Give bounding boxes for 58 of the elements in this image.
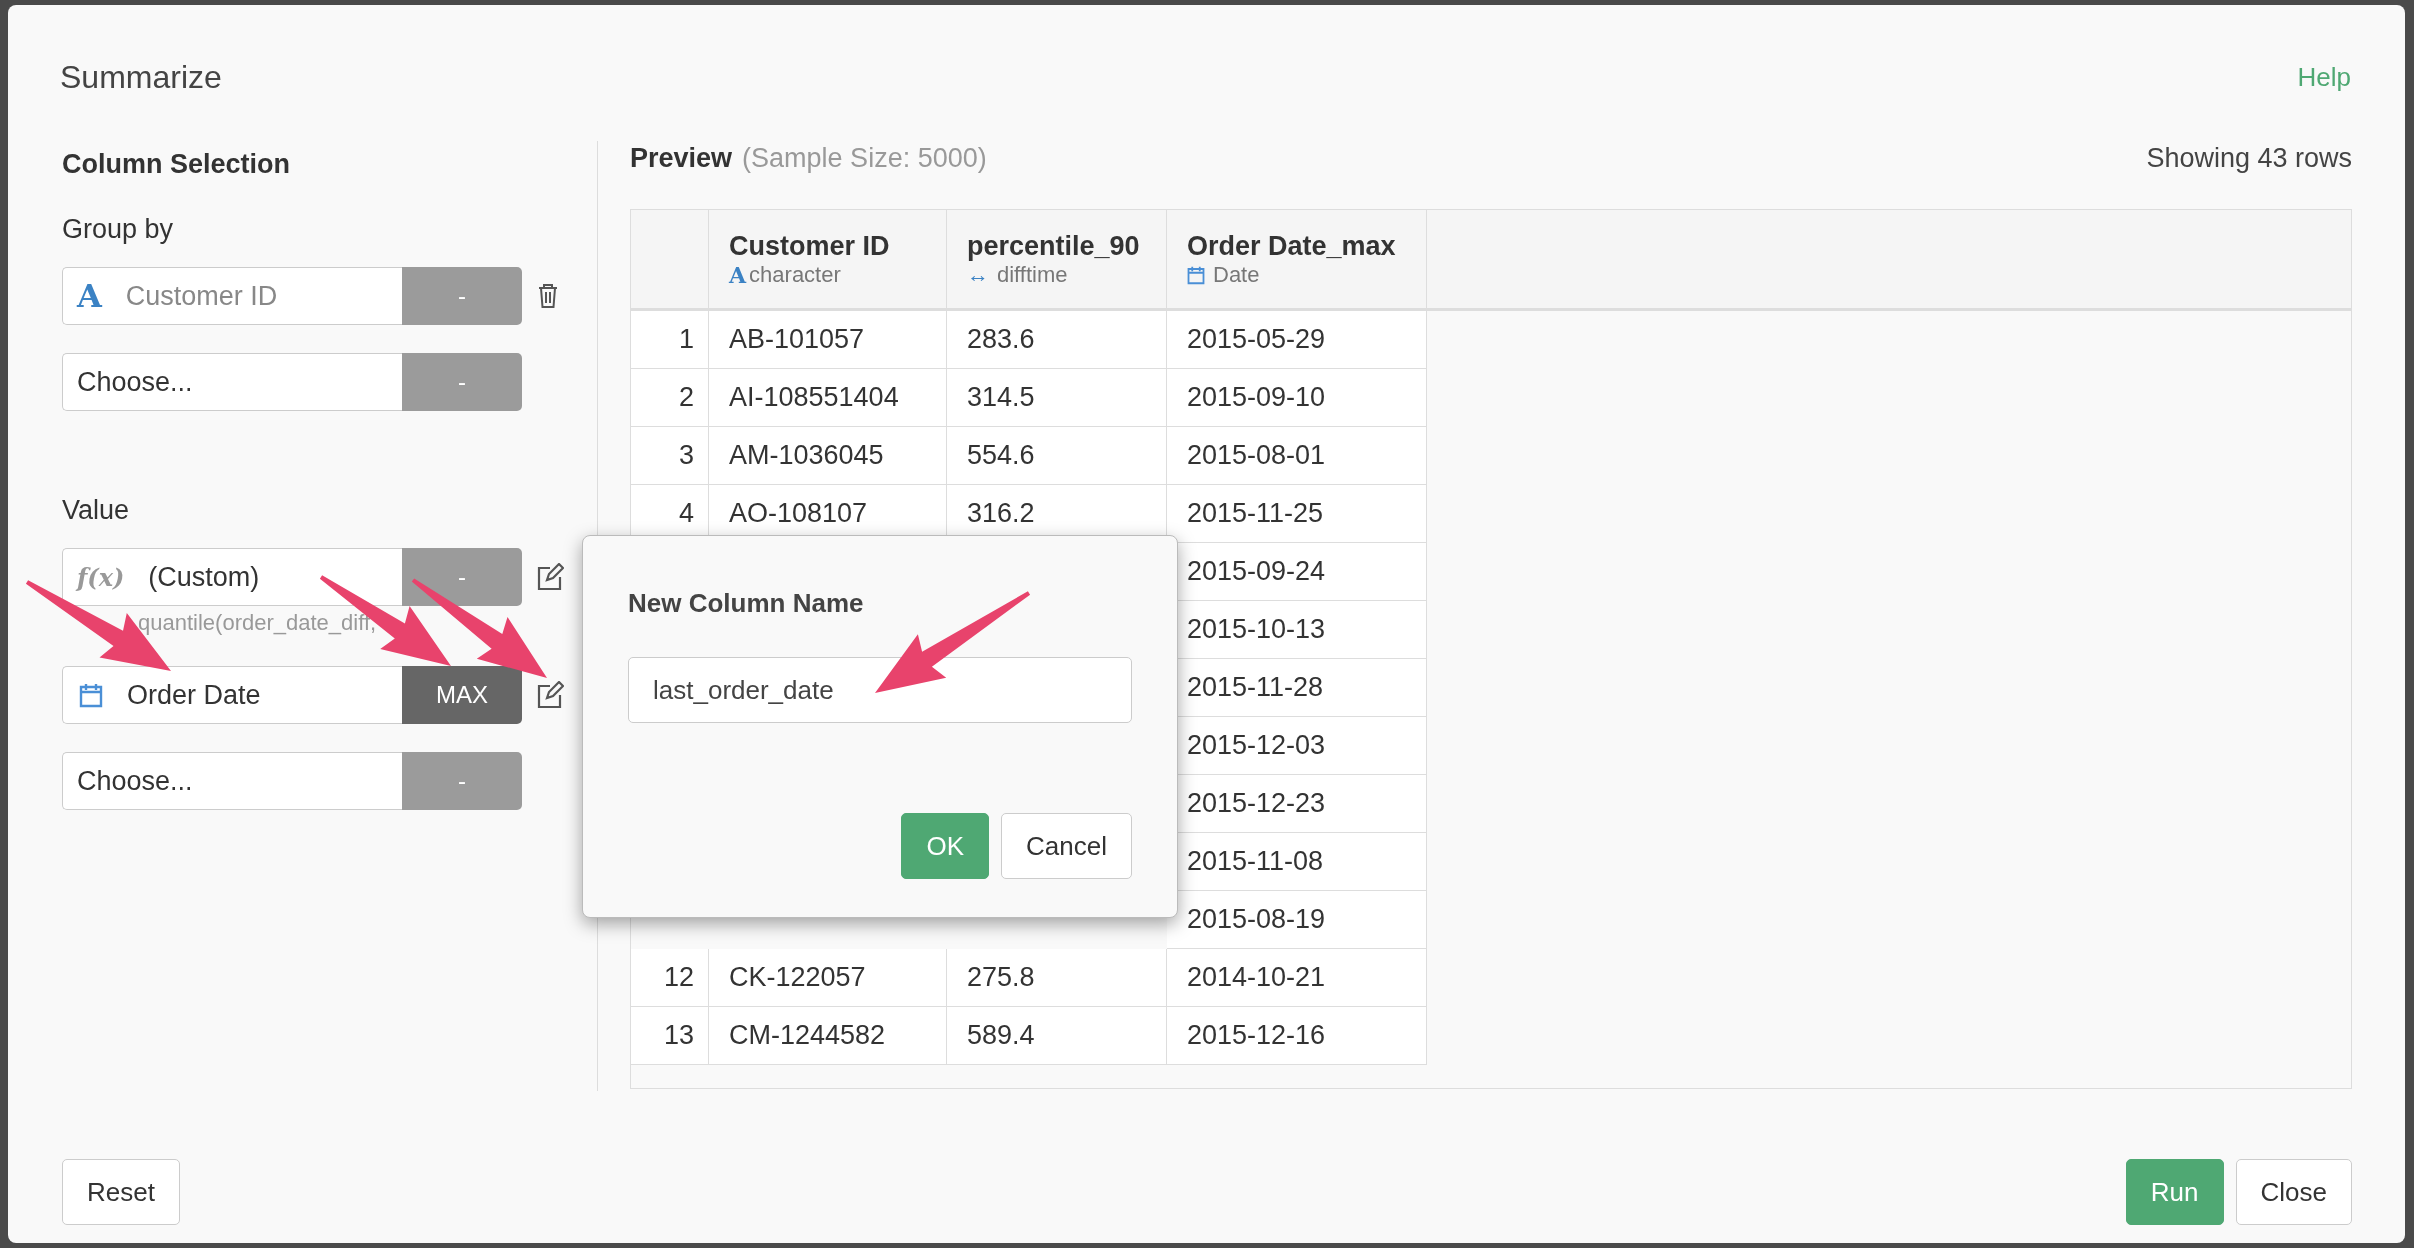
ok-button[interactable]: OK [901, 813, 990, 879]
table-cell: 2015-12-16 [1167, 1007, 1427, 1065]
row-number: 2 [631, 369, 709, 427]
group-label: Value [62, 495, 131, 526]
row-number: 3 [631, 427, 709, 485]
delete-icon[interactable] [536, 283, 560, 309]
table-cell: 554.6 [947, 427, 1167, 485]
sample-size-text: (Sample Size: 5000) [742, 143, 987, 174]
table-cell: AM-1036045 [709, 427, 947, 485]
table-cell: 275.8 [947, 949, 1167, 1007]
edit-icon[interactable] [536, 681, 564, 709]
difftime-type-icon: ↔ [967, 261, 989, 288]
table-cell: AI-108551404 [709, 369, 947, 427]
function-button[interactable]: MAX [402, 666, 522, 724]
popover-title: New Column Name [628, 588, 865, 619]
table-cell: 2015-09-10 [1167, 369, 1427, 427]
preview-title: Preview [630, 143, 733, 174]
column-select[interactable]: A Customer ID [62, 267, 402, 325]
row-count: Showing 43 rows [2146, 143, 2352, 174]
calendar-icon [1187, 264, 1205, 285]
section-title: Column Selection [62, 149, 292, 180]
primary-button[interactable]: Run [2125, 1159, 2224, 1225]
table-cell: 2015-11-25 [1167, 485, 1427, 543]
row-number: 13 [631, 1007, 709, 1065]
column-type: difftime [997, 261, 1068, 288]
table-cell: 2015-08-19 [1167, 891, 1427, 949]
table-cell: 2015-08-01 [1167, 427, 1427, 485]
column-select[interactable]: f(x) (Custom) [62, 548, 402, 606]
character-type-icon: A [729, 261, 747, 288]
table-cell: 2015-05-29 [1167, 311, 1427, 369]
column-type: Date [1213, 261, 1260, 288]
dialog-title: Summarize [60, 58, 222, 96]
group-label: Group by [62, 214, 175, 245]
table-cell: CM-1244582 [709, 1007, 947, 1065]
row-number: 12 [631, 949, 709, 1007]
table-cell: 2014-10-21 [1167, 949, 1427, 1007]
formula-text: quantile(order_date_diff, [138, 610, 377, 636]
column-header: percentile_90 [967, 230, 1140, 262]
function-icon: f(x) [77, 562, 125, 592]
footer-button[interactable]: Reset [62, 1159, 180, 1225]
column-type: character [749, 261, 841, 288]
cancel-button[interactable]: Cancel [1001, 813, 1132, 879]
column-name-field[interactable]: last_order_date [628, 657, 1132, 723]
column-header: Order Date_max [1187, 230, 1396, 262]
character-type-icon: A [77, 277, 102, 315]
row-number: 1 [631, 311, 709, 369]
table-cell: 589.4 [947, 1007, 1167, 1065]
table-cell: AB-101057 [709, 311, 947, 369]
table-cell: 314.5 [947, 369, 1167, 427]
table-cell: CK-122057 [709, 949, 947, 1007]
column-select[interactable]: Choose... [62, 353, 402, 411]
footer-button[interactable]: Close [2235, 1159, 2352, 1225]
table-cell: 283.6 [947, 311, 1167, 369]
column-select[interactable]: Order Date [62, 666, 402, 724]
edit-icon[interactable] [536, 563, 564, 591]
column-header: Customer ID [729, 230, 890, 262]
calendar-icon [79, 682, 103, 708]
column-select[interactable]: Choose... [62, 752, 402, 810]
